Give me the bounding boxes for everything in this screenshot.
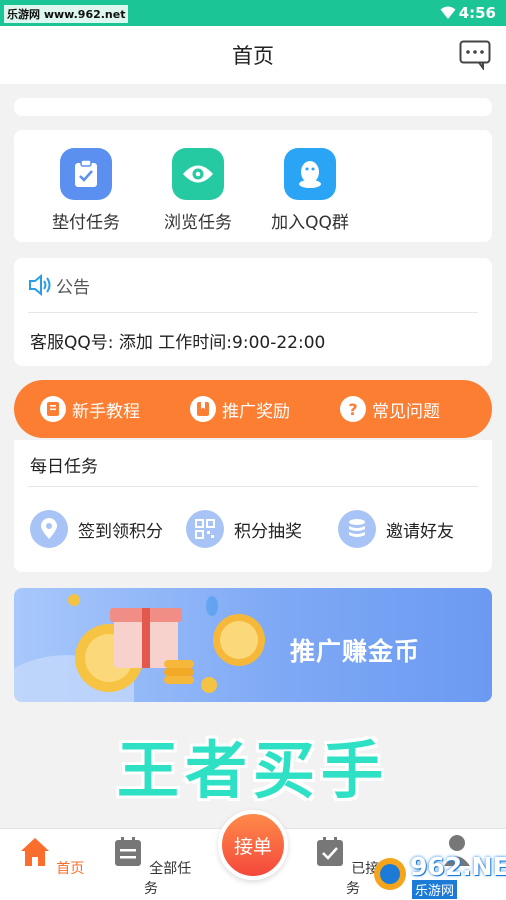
question-icon: ? [340, 396, 366, 422]
quick-label: 垫付任务 [52, 213, 120, 233]
daily-label: 邀请好友 [386, 521, 454, 542]
task-advance-pay[interactable]: 垫付任务 [31, 148, 141, 233]
tab-home[interactable]: 首页 [6, 835, 96, 878]
tab-label: 首页 [56, 861, 85, 877]
quick-label: 浏览任务 [164, 213, 232, 233]
list-icon [114, 837, 141, 866]
top-header: 首页 [0, 26, 506, 84]
bar-label: 新手教程 [72, 401, 140, 422]
app-name-overlay: 王者买手 [116, 734, 389, 807]
promotion-reward-button[interactable]: 推广奖励 [190, 394, 290, 424]
watermark-domain: 962.NET [410, 852, 506, 881]
quick-label: 加入QQ群 [271, 213, 349, 233]
database-icon [338, 510, 376, 548]
banner-text: 推广赚金币 [290, 637, 421, 666]
faq-button[interactable]: ? 常见问题 [340, 394, 440, 424]
daily-tasks-card: 每日任务 签到领积分 积分抽奖 邀请好友 [14, 440, 492, 572]
page-title: 首页 [232, 44, 274, 68]
clock: 4:56 [458, 4, 496, 22]
checkin-points-button[interactable]: 签到领积分 [30, 510, 163, 548]
wifi-icon [440, 6, 456, 19]
watermark-site-name: 乐游网 [412, 880, 458, 899]
site-watermark: 962.NET 乐游网 [372, 852, 506, 899]
eye-icon [172, 148, 224, 200]
home-icon [20, 838, 49, 866]
invite-friends-button[interactable]: 邀请好友 [338, 510, 454, 548]
points-lottery-button[interactable]: 积分抽奖 [186, 510, 302, 548]
promo-banner[interactable]: 推广赚金币 [14, 588, 492, 702]
daily-title: 每日任务 [30, 457, 98, 477]
newbie-tutorial-button[interactable]: 新手教程 [40, 394, 140, 424]
daily-label: 签到领积分 [78, 521, 163, 542]
tab-all-tasks[interactable]: 全部任务 [106, 835, 196, 898]
qq-penguin-icon [284, 148, 336, 200]
divider [28, 312, 478, 313]
quick-actions-card: 垫付任务 浏览任务 加入QQ群 [14, 130, 492, 242]
book-icon [40, 396, 66, 422]
tab-label: 全部任务 [144, 861, 192, 897]
join-qq-group[interactable]: 加入QQ群 [255, 148, 365, 233]
clipboard-icon [60, 148, 112, 200]
guide-bar: 新手教程 推广奖励 ? 常见问题 [14, 380, 492, 438]
bookmark-icon [190, 396, 216, 422]
location-pin-icon [30, 510, 68, 548]
bar-label: 常见问题 [372, 401, 440, 422]
divider [28, 486, 478, 487]
watermark-logo-icon [374, 858, 406, 890]
status-bar: 乐游网 www.962.net 4:56 [0, 0, 506, 26]
notice-label: 公告 [56, 277, 90, 298]
notice-text: 客服QQ号: 添加 工作时间:9:00-22:00 [30, 333, 326, 353]
speaker-icon [29, 274, 51, 296]
top-card-edge [14, 98, 492, 116]
bar-label: 推广奖励 [222, 401, 290, 422]
chat-bubble-icon[interactable] [459, 40, 491, 70]
notice-card: 公告 客服QQ号: 添加 工作时间:9:00-22:00 [14, 258, 492, 366]
task-browse[interactable]: 浏览任务 [143, 148, 253, 233]
gift-coins-illustration [14, 594, 265, 702]
qr-grid-icon [186, 510, 224, 548]
accept-order-button[interactable]: 接单 [218, 810, 288, 880]
checklist-icon [316, 837, 343, 866]
watermark: 乐游网 www.962.net [4, 5, 129, 23]
daily-label: 积分抽奖 [234, 521, 302, 542]
notice-header: 公告 [28, 272, 90, 298]
